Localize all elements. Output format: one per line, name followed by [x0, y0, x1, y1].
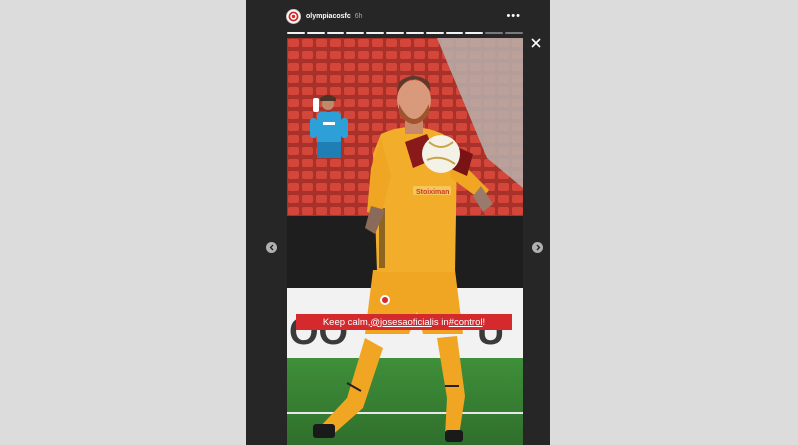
- progress-segment: [485, 32, 504, 34]
- progress-segment: [306, 32, 325, 34]
- story-caption: Keep calm, @josesaoficial is in #control…: [296, 314, 512, 330]
- progress-segment: [386, 32, 404, 34]
- story-header: olympiacosfc 6h •••: [286, 7, 526, 25]
- progress-segment: [287, 32, 305, 34]
- close-icon[interactable]: [529, 36, 543, 50]
- club-crest-icon: [288, 11, 299, 21]
- caption-text: !: [482, 316, 486, 328]
- svg-text:Stoiximan: Stoiximan: [416, 189, 449, 196]
- progress-segment: [405, 32, 424, 34]
- avatar[interactable]: [286, 8, 301, 24]
- progress-segment: [366, 32, 385, 34]
- progress-segment: [425, 32, 444, 34]
- progress-segment: [346, 32, 365, 34]
- mention-link[interactable]: @josesaoficial: [370, 317, 431, 328]
- goalkeeper-photo: OO U Stoiximan: [287, 38, 523, 445]
- chevron-left-icon: [269, 244, 274, 251]
- more-options-icon[interactable]: •••: [506, 10, 521, 22]
- caption-text: Keep calm,: [322, 316, 371, 328]
- progress-segment: [505, 32, 523, 34]
- progress-segment: [326, 32, 345, 34]
- caption-text: is in: [431, 316, 449, 328]
- progress-segment: [465, 32, 484, 34]
- chevron-right-icon: [535, 244, 540, 251]
- next-story-button[interactable]: [532, 242, 543, 253]
- story-image[interactable]: OO U Stoiximan: [287, 38, 523, 445]
- previous-story-button[interactable]: [266, 242, 277, 253]
- progress-segment: [445, 32, 464, 34]
- story-progress: [287, 32, 523, 34]
- username[interactable]: olympiacosfc: [306, 13, 351, 20]
- timestamp: 6h: [354, 12, 363, 20]
- hashtag-link[interactable]: #control: [449, 317, 483, 328]
